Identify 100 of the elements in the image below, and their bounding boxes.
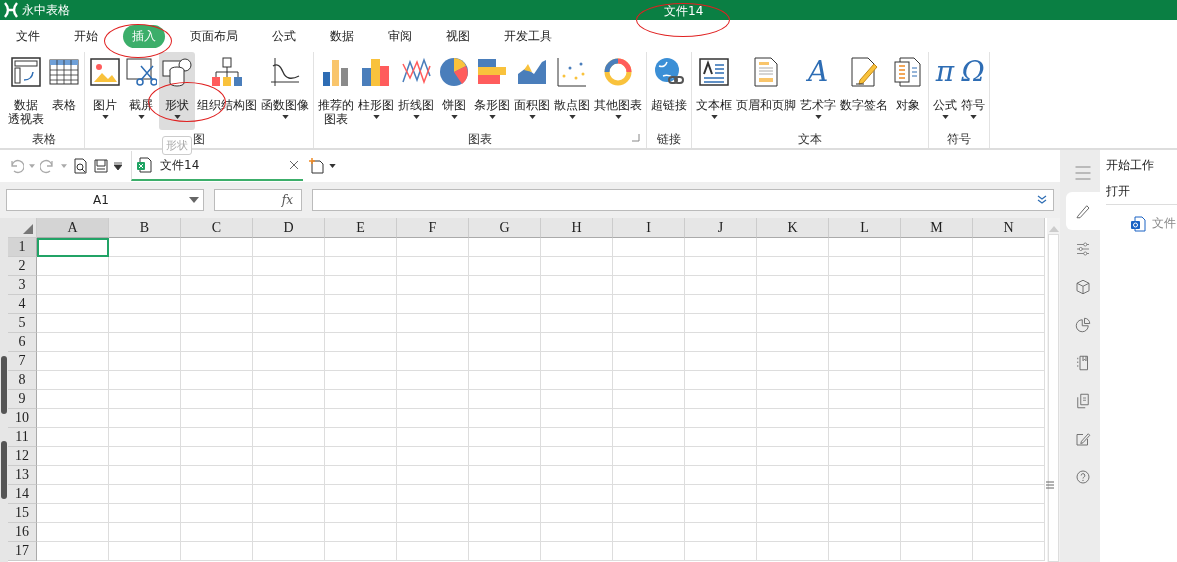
- grid-cell[interactable]: [685, 276, 757, 295]
- grid-cell[interactable]: [469, 333, 541, 352]
- grid-cell[interactable]: [829, 314, 901, 333]
- grid-cell[interactable]: [253, 276, 325, 295]
- grid-cell[interactable]: [685, 238, 757, 257]
- grid-cell[interactable]: [685, 333, 757, 352]
- row-header[interactable]: 12: [8, 447, 37, 466]
- grid-cell[interactable]: [901, 333, 973, 352]
- grid-cell[interactable]: [973, 257, 1045, 276]
- grid-cell[interactable]: [469, 295, 541, 314]
- grid-cell[interactable]: [541, 466, 613, 485]
- menu-tab[interactable]: 审阅: [379, 24, 421, 48]
- grid-cell[interactable]: [37, 542, 109, 561]
- side-tool-button[interactable]: [1066, 192, 1100, 230]
- grid-cell[interactable]: [469, 523, 541, 542]
- grid-cell[interactable]: [541, 485, 613, 504]
- grid-cell[interactable]: [613, 352, 685, 371]
- row-header[interactable]: 14: [8, 485, 37, 504]
- grid-cell[interactable]: [469, 409, 541, 428]
- grid-cell[interactable]: [37, 333, 109, 352]
- grid-cell[interactable]: [37, 428, 109, 447]
- grid-cell[interactable]: [325, 504, 397, 523]
- grid-cell[interactable]: [253, 542, 325, 561]
- grid-cell[interactable]: [685, 542, 757, 561]
- recent-file[interactable]: 文件: [1106, 215, 1177, 232]
- grid-cell[interactable]: [253, 504, 325, 523]
- grid-cell[interactable]: [613, 276, 685, 295]
- grid-cell[interactable]: [541, 238, 613, 257]
- row-header[interactable]: 15: [8, 504, 37, 523]
- grid-cell[interactable]: [685, 409, 757, 428]
- grid-cell[interactable]: [37, 447, 109, 466]
- grid-cell[interactable]: [325, 466, 397, 485]
- ribbon-button[interactable]: 函数图像: [259, 52, 311, 130]
- grid-cell[interactable]: [253, 390, 325, 409]
- grid-cell[interactable]: [253, 333, 325, 352]
- side-handle[interactable]: [1, 356, 7, 414]
- grid-cell[interactable]: [469, 371, 541, 390]
- grid-cell[interactable]: [973, 542, 1045, 561]
- grid-cell[interactable]: [613, 314, 685, 333]
- row-header[interactable]: 16: [8, 523, 37, 542]
- grid-cell[interactable]: [109, 390, 181, 409]
- row-header[interactable]: 2: [8, 257, 37, 276]
- grid-cell[interactable]: [901, 276, 973, 295]
- grid-cell[interactable]: [829, 542, 901, 561]
- grid-cell[interactable]: [757, 333, 829, 352]
- ribbon-button[interactable]: 推荐的 图表: [316, 52, 356, 130]
- grid-cell[interactable]: [901, 504, 973, 523]
- grid-cell[interactable]: [541, 333, 613, 352]
- ribbon-button[interactable]: 页眉和页脚: [734, 52, 798, 130]
- column-header[interactable]: F: [397, 218, 469, 238]
- grid-cell[interactable]: [613, 466, 685, 485]
- column-header[interactable]: N: [973, 218, 1045, 238]
- grid-cell[interactable]: [181, 314, 253, 333]
- grid-cell[interactable]: [685, 523, 757, 542]
- new-document-icon[interactable]: [308, 158, 324, 174]
- grid-cell[interactable]: [829, 333, 901, 352]
- column-header[interactable]: A: [37, 218, 109, 238]
- close-icon[interactable]: [289, 160, 299, 170]
- grid-cell[interactable]: [397, 485, 469, 504]
- grid-cell[interactable]: [181, 390, 253, 409]
- ribbon-button[interactable]: 截屏: [123, 52, 159, 130]
- grid-cell[interactable]: [325, 352, 397, 371]
- menu-tab[interactable]: 公式: [263, 24, 305, 48]
- grid-cell[interactable]: [37, 314, 109, 333]
- grid-cell[interactable]: [181, 504, 253, 523]
- grid-cell[interactable]: [829, 523, 901, 542]
- grid-cell[interactable]: [613, 295, 685, 314]
- grid-cell[interactable]: [181, 428, 253, 447]
- row-header[interactable]: 7: [8, 352, 37, 371]
- grid-cell[interactable]: [181, 542, 253, 561]
- select-all-corner[interactable]: [8, 218, 37, 238]
- grid-cell[interactable]: [757, 409, 829, 428]
- grid-cell[interactable]: [37, 504, 109, 523]
- grid-cell[interactable]: [253, 428, 325, 447]
- grid-cell[interactable]: [181, 276, 253, 295]
- grid-cell[interactable]: [541, 447, 613, 466]
- grid-cell[interactable]: [181, 295, 253, 314]
- grid-cell[interactable]: [181, 409, 253, 428]
- caret-icon[interactable]: [114, 162, 122, 170]
- row-header[interactable]: 6: [8, 333, 37, 352]
- grid-cell[interactable]: [109, 409, 181, 428]
- menu-tab[interactable]: 文件: [7, 24, 49, 48]
- grid-cell[interactable]: [37, 466, 109, 485]
- grid-cell[interactable]: [397, 314, 469, 333]
- grid-cell[interactable]: [757, 352, 829, 371]
- grid-cell[interactable]: [253, 295, 325, 314]
- row-header[interactable]: 3: [8, 276, 37, 295]
- ribbon-button[interactable]: 条形图: [472, 52, 512, 130]
- grid-cell[interactable]: [685, 352, 757, 371]
- grid-cell[interactable]: [901, 371, 973, 390]
- grid-cell[interactable]: [397, 238, 469, 257]
- grid-cell[interactable]: [757, 238, 829, 257]
- grid-cell[interactable]: [685, 466, 757, 485]
- ribbon-button[interactable]: 柱形图: [356, 52, 396, 130]
- column-header[interactable]: L: [829, 218, 901, 238]
- grid-cell[interactable]: [829, 276, 901, 295]
- grid-cell[interactable]: [973, 295, 1045, 314]
- redo-icon[interactable]: [40, 158, 56, 174]
- grid-cell[interactable]: [541, 409, 613, 428]
- row-header[interactable]: 4: [8, 295, 37, 314]
